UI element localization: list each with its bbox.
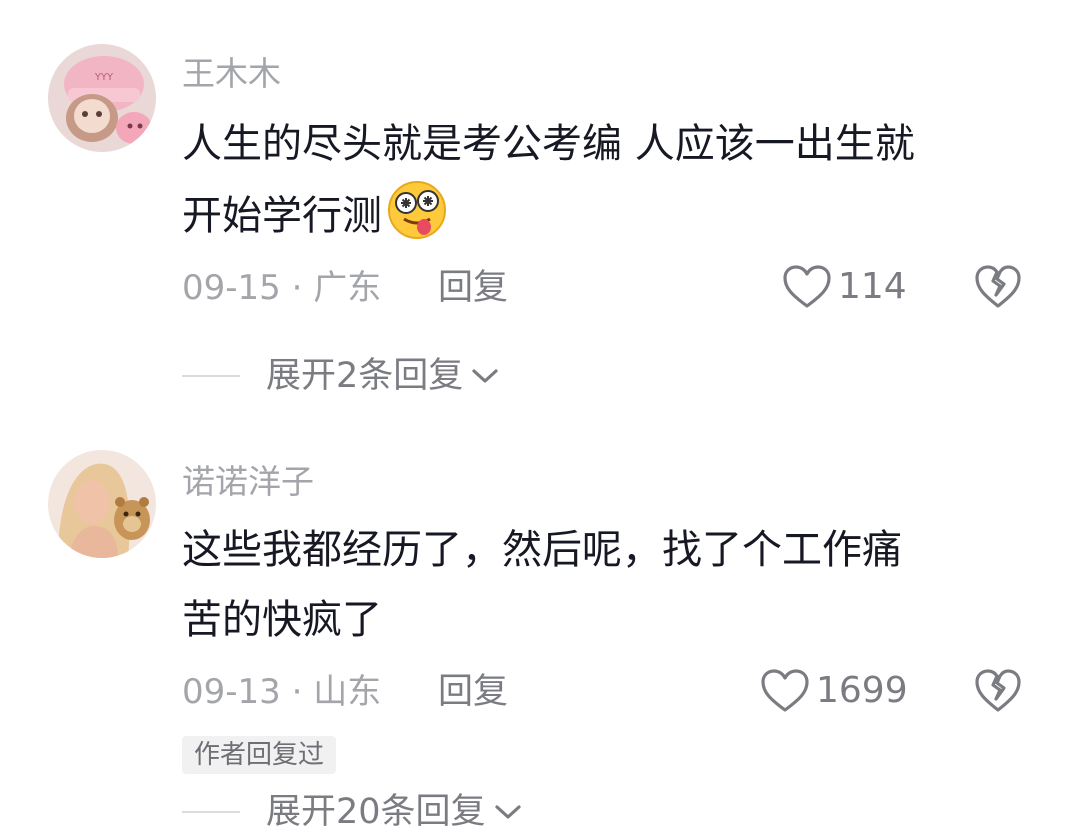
expand-replies-label: 展开20条回复 — [266, 792, 486, 832]
chevron-down-icon — [472, 369, 498, 383]
like-count: 114 — [838, 266, 907, 307]
svg-text:YYY: YYY — [94, 72, 114, 83]
heart-outline-icon — [761, 669, 809, 712]
like-button[interactable]: 114 — [782, 264, 907, 310]
chevron-down-icon — [494, 805, 521, 819]
username[interactable]: 诺诺洋子 — [182, 462, 314, 502]
divider-line — [182, 811, 240, 813]
expand-replies[interactable]: 展开2条回复 — [182, 354, 499, 398]
comment-text: 人生的尽头就是考公考编 人应该一出生就 开始学行测 — [182, 109, 1032, 251]
author-replied-badge: 作者回复过 — [182, 736, 337, 774]
comment-item: YYY 王木木 人生的尽头就是考公考编 人应该一出生就 开始学行测 09-15 … — [0, 0, 1080, 420]
divider-line — [182, 375, 240, 377]
comment-text-line: 苦的快疯了 — [182, 597, 382, 643]
reply-button[interactable]: 回复 — [438, 670, 508, 714]
date-location: 09-15 · 广东 — [182, 268, 382, 308]
broken-heart-icon — [975, 669, 1021, 712]
broken-heart-icon — [975, 265, 1021, 308]
comment-text-line: 人生的尽头就是考公考编 人应该一出生就 — [182, 121, 915, 167]
reply-button[interactable]: 回复 — [438, 266, 508, 310]
expand-replies-label: 展开2条回复 — [266, 356, 464, 396]
like-count: 1699 — [816, 670, 908, 711]
comment-text-line: 开始学行测 — [182, 179, 1032, 251]
comment-text: 这些我都经历了，然后呢，找了个工作痛 苦的快疯了 — [182, 515, 1032, 655]
like-button[interactable]: 1699 — [760, 668, 908, 714]
avatar[interactable]: YYY — [48, 44, 156, 152]
comment-text-line: 这些我都经历了，然后呢，找了个工作痛 — [182, 527, 902, 573]
avatar[interactable] — [48, 450, 156, 558]
crazy-emoji-icon — [388, 181, 446, 239]
date-location: 09-13 · 山东 — [182, 672, 382, 712]
comment-text-line: 开始学行测 — [182, 193, 382, 239]
comment-item: 诺诺洋子 这些我都经历了，然后呢，找了个工作痛 苦的快疯了 09-13 · 山东… — [0, 420, 1080, 832]
heart-outline-icon — [783, 265, 831, 308]
dislike-button[interactable] — [974, 264, 1022, 314]
username[interactable]: 王木木 — [182, 54, 281, 94]
dislike-button[interactable] — [974, 668, 1022, 718]
expand-replies[interactable]: 展开20条回复 — [182, 790, 522, 834]
